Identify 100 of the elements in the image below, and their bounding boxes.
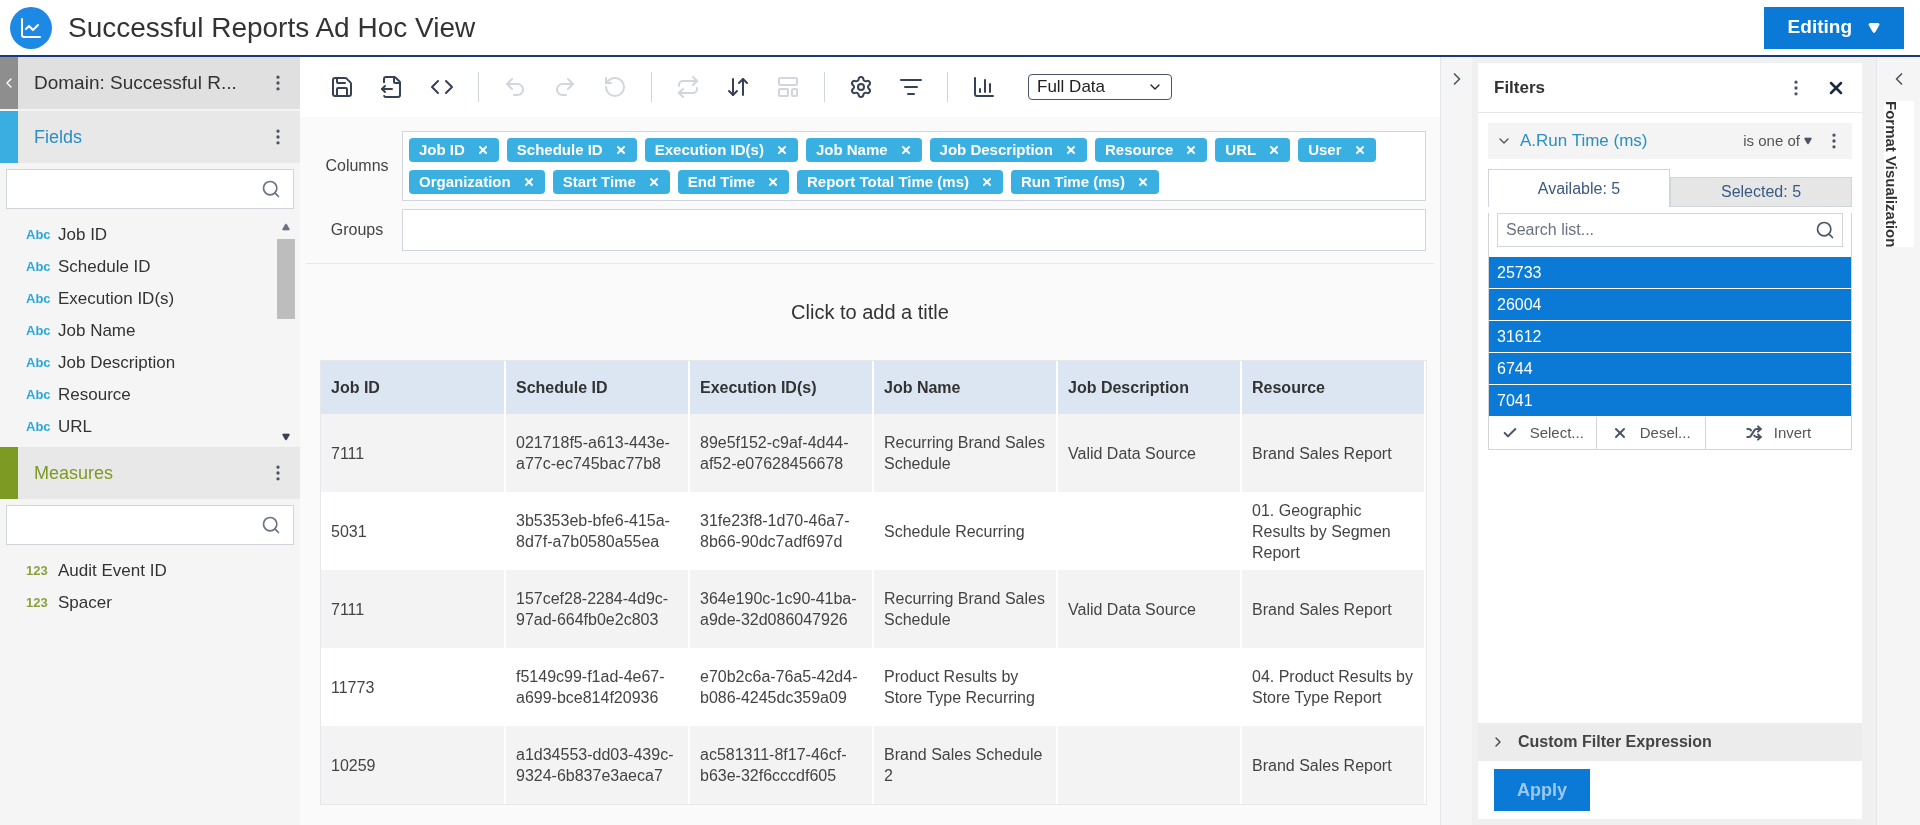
search-icon (1815, 220, 1835, 240)
type-label: 123 (26, 562, 46, 581)
table-cell-text: Product Results by Store Type Recurring (884, 667, 1036, 708)
remove-icon[interactable] (1185, 144, 1198, 156)
field-item[interactable]: Abc URL (0, 411, 276, 443)
field-item[interactable]: Abc Execution ID(s) (0, 283, 276, 315)
panel-title: Filters (1494, 76, 1547, 99)
search-icon (261, 515, 281, 535)
remove-icon[interactable] (981, 176, 993, 188)
scroll-up-icon[interactable] (282, 223, 290, 231)
undo-icon (503, 75, 527, 99)
table-cell-text: 89e5f152-c9af-4d44-af52-e07628456678 (700, 433, 850, 474)
list-value[interactable]: 26004 (1489, 289, 1851, 321)
list-action-button[interactable]: Desel... (1597, 417, 1706, 449)
table-cell-text: Brand Sales Report (1252, 599, 1393, 620)
table-cell-text: a1d34553-dd03-439c-9324-6b837e3aeca7 (516, 745, 675, 786)
window-title: Successful Reports Ad Hoc View (68, 10, 477, 45)
table-cell-text: Brand Sales Report (1252, 755, 1393, 776)
table-cell-text: ac581311-8f17-46cf-b63e-32f6cccdf605 (700, 745, 848, 786)
section-accent-bar (0, 111, 18, 163)
table-cell-text: 10259 (331, 755, 377, 776)
type-label: 123 (26, 594, 46, 613)
list-value[interactable]: 31612 (1489, 321, 1851, 353)
editing-button[interactable]: Editing (1763, 6, 1904, 49)
data-select[interactable]: Full Data (1028, 74, 1172, 100)
list-value[interactable]: 25733 (1489, 257, 1851, 289)
sort-icon (726, 75, 750, 99)
field-item[interactable]: Abc Resource (0, 379, 276, 411)
scroll-down-icon[interactable] (282, 433, 290, 441)
table-cell-text: f5149c99-f1ad-4e67-a699-bce814f20936 (516, 667, 666, 708)
format-visualization-tab[interactable]: Format Visualization (1883, 101, 1914, 248)
search-field[interactable] (6, 169, 294, 209)
report-title[interactable]: Click to add a title (791, 297, 949, 327)
list-value[interactable]: 6744 (1489, 353, 1851, 385)
groups-drop-zone[interactable] (402, 209, 1426, 251)
field-item[interactable]: 123 Spacer (0, 587, 300, 619)
columns-label: Columns (324, 156, 390, 176)
search-field[interactable] (6, 505, 294, 545)
field-name: URL (58, 416, 92, 439)
list-action-button[interactable]: Invert (1705, 417, 1851, 449)
field-name: Job ID (58, 224, 108, 247)
remove-icon[interactable] (476, 144, 489, 156)
custom-expression-toggle[interactable]: Custom Filter Expression (1478, 723, 1862, 761)
section-title: Fields (34, 125, 83, 149)
remove-icon[interactable] (522, 176, 535, 188)
remove-icon[interactable] (775, 144, 788, 156)
domain-title: Domain: Successful R... (34, 70, 238, 95)
table-cell-text: Brand Sales Schedule 2 (884, 745, 1044, 786)
groups-label: Groups (329, 220, 385, 240)
remove-icon[interactable] (1064, 144, 1077, 156)
operator-dropdown[interactable]: is one of (1743, 129, 1812, 153)
field-item[interactable]: 123 Audit Event ID (0, 555, 300, 587)
table-cell-text: Valid Data Source (1068, 443, 1197, 464)
table-cell-text: 157cef28-2284-4d9c-97ad-664fb0e2c803 (516, 589, 670, 630)
field-item[interactable]: Abc Job Description (0, 347, 276, 379)
layout-icon (776, 75, 800, 99)
switch-icon (676, 75, 700, 99)
section-title: Measures (34, 461, 115, 485)
table-cell-text: Brand Sales Report (1252, 443, 1393, 464)
list-value[interactable]: 7041 (1489, 385, 1851, 417)
remove-icon[interactable] (647, 176, 660, 188)
field-name: Resource (58, 384, 131, 407)
remove-icon[interactable] (614, 144, 627, 156)
table-cell-text: e70b2c6a-76a5-42d4-b086-4245dc359a09 (700, 667, 859, 708)
settings-icon (849, 75, 873, 99)
search-icon (261, 179, 281, 199)
table-cell-text: 021718f5-a613-443e-a77c-ec745bac77b8 (516, 433, 671, 474)
field-item[interactable]: Abc Job ID (0, 219, 276, 251)
remove-icon[interactable] (1353, 144, 1366, 156)
remove-icon[interactable] (899, 144, 912, 156)
table-cell-text: 11773 (331, 677, 376, 698)
redo-icon (553, 75, 577, 99)
field-name: Execution ID(s) (58, 288, 175, 311)
chart-icon (972, 75, 996, 99)
field-name: Audit Event ID (58, 560, 167, 583)
field-name: Schedule ID (58, 256, 151, 279)
table-cell-text: 5031 (331, 521, 368, 542)
field-item[interactable]: Abc Schedule ID (0, 251, 276, 283)
save-icon (330, 75, 354, 99)
list-tab[interactable]: Available: 5 (1488, 169, 1670, 207)
field-item[interactable]: Abc Job Name (0, 315, 276, 347)
table-cell-text: Recurring Brand Sales Schedule (884, 589, 1046, 630)
remove-icon[interactable] (767, 176, 779, 188)
field-name: Job Description (58, 352, 176, 375)
list-tab[interactable]: Selected: 5 (1670, 177, 1852, 207)
app-logo-icon (10, 6, 52, 49)
table-cell-text: 01. Geographic Results by Segmen Report (1252, 500, 1392, 563)
remove-icon[interactable] (1268, 144, 1281, 156)
table-cell-text: 7111 (331, 599, 366, 620)
table-cell-text: 7111 (331, 443, 366, 464)
collapse-button[interactable] (0, 57, 18, 109)
section-accent-bar (0, 447, 18, 499)
list-action-button[interactable]: Select... (1489, 417, 1598, 449)
filter-field-name: A.Run Time (ms) (1520, 130, 1649, 153)
search-list-field[interactable]: Search list... (1497, 213, 1843, 247)
export-icon (380, 75, 404, 99)
table-cell-text: 04. Product Results by Store Type Report (1252, 667, 1414, 708)
remove-icon[interactable] (1136, 176, 1149, 188)
caret-icon (1804, 137, 1812, 145)
field-name: Job Name (58, 320, 136, 343)
